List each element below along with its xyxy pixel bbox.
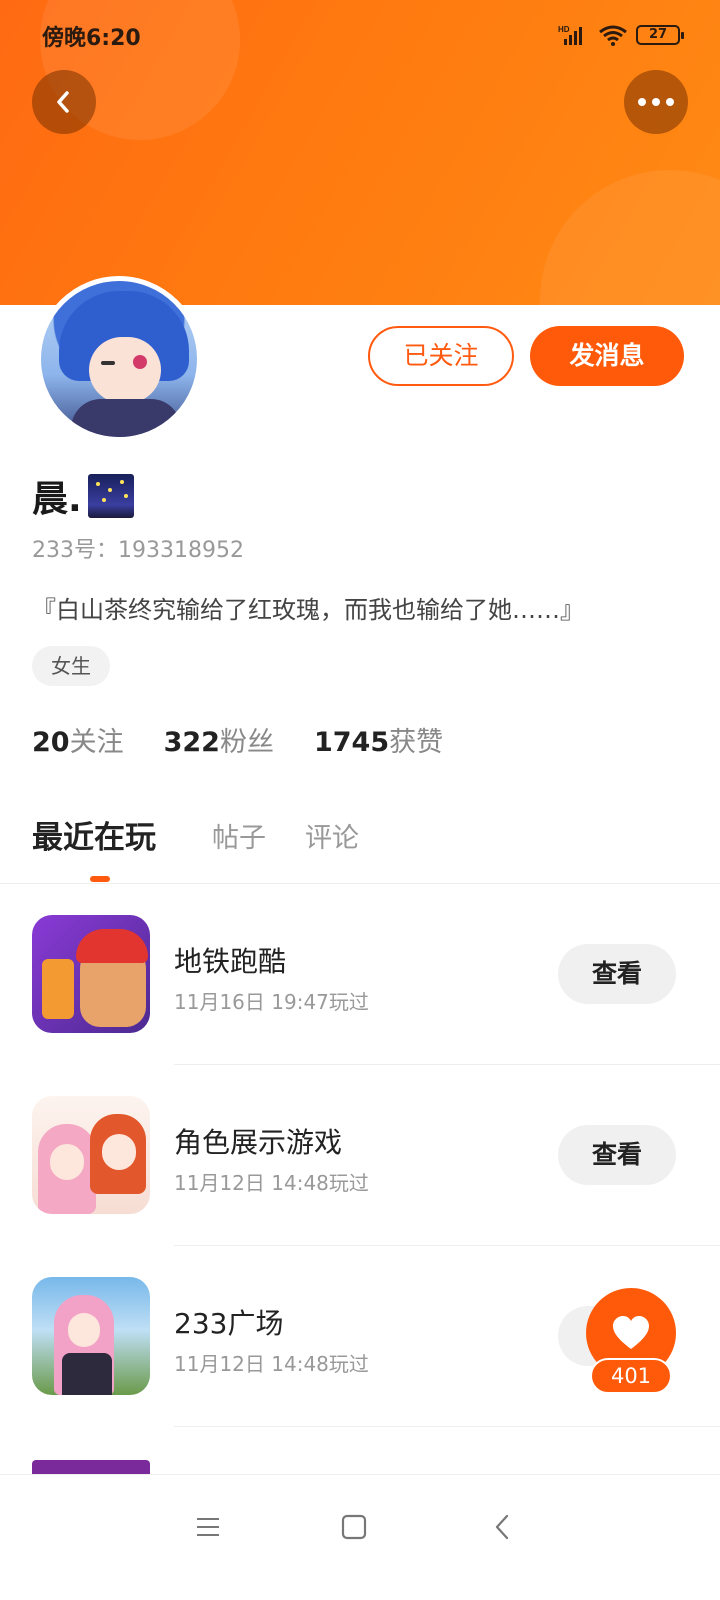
profile-name-text: 晨.: [32, 479, 82, 520]
divider: [174, 1426, 720, 1427]
profile-tabs: 最近在玩 帖子 评论: [0, 812, 720, 884]
stat-fans[interactable]: 322粉丝: [164, 720, 274, 759]
avatar[interactable]: [36, 276, 202, 442]
stat-likes: 1745获赞: [313, 727, 444, 758]
game-icon-233-plaza: [32, 1277, 150, 1395]
battery-indicator: 27: [636, 25, 684, 45]
profile-bio: 『白山茶终究输给了红玫瑰，而我也输给了她……』: [32, 596, 584, 624]
system-back-button[interactable]: [482, 1507, 522, 1547]
menu-button[interactable]: [188, 1507, 228, 1547]
tab-indicator: [90, 876, 110, 882]
menu-icon: [197, 1518, 219, 1536]
stat-following[interactable]: 20关注: [32, 720, 124, 759]
more-horizontal-icon: [638, 98, 674, 106]
list-item[interactable]: 角色展示游戏 11月12日 14:48玩过 查看: [0, 1065, 720, 1246]
network-type-label: HD: [558, 25, 570, 34]
like-count-badge: 401: [590, 1358, 672, 1394]
night-sky-emoji-icon: [87, 474, 134, 518]
tab-comments[interactable]: 评论: [305, 816, 359, 855]
wifi-icon: [599, 25, 627, 46]
home-button[interactable]: [334, 1507, 374, 1547]
system-nav-bar: [0, 1474, 720, 1600]
game-icon-role-showcase: [32, 1096, 150, 1214]
view-button[interactable]: 查看: [558, 944, 676, 1004]
list-item[interactable]: 地铁跑酷 11月16日 19:47玩过 查看: [0, 884, 720, 1065]
cellular-signal-icon: HD: [558, 25, 582, 45]
more-options-button[interactable]: [624, 70, 688, 134]
send-message-button[interactable]: 发消息: [530, 326, 684, 386]
following-button[interactable]: 已关注: [368, 326, 514, 386]
tab-recently-played[interactable]: 最近在玩: [32, 812, 156, 857]
square-home-icon: [341, 1514, 367, 1540]
chevron-left-icon: [57, 91, 69, 113]
game-title: 233广场: [174, 1307, 284, 1340]
status-bar: 傍晚6:20 HD 27: [0, 20, 720, 52]
user-id: 233号：193318952: [32, 538, 244, 563]
game-icon-subway-surfers: [32, 915, 150, 1033]
game-title: 地铁跑酷: [174, 945, 287, 978]
gender-tag: 女生: [32, 646, 110, 686]
game-played-time: 11月16日 19:47玩过: [174, 990, 369, 1014]
game-played-time: 11月12日 14:48玩过: [174, 1352, 369, 1376]
game-title: 角色展示游戏: [174, 1126, 343, 1159]
game-played-time: 11月12日 14:48玩过: [174, 1171, 369, 1195]
view-button[interactable]: 查看: [558, 1125, 676, 1185]
back-button[interactable]: [32, 70, 96, 134]
tab-posts[interactable]: 帖子: [212, 816, 266, 855]
profile-stats: 20关注 322粉丝 1745获赞: [32, 720, 483, 759]
heart-icon: [613, 1316, 649, 1349]
game-icon-partial: [32, 1460, 150, 1474]
status-time: 傍晚6:20: [42, 26, 141, 51]
back-arrow-icon: [495, 1514, 509, 1540]
banner-decoration: [540, 170, 720, 305]
profile-name: 晨.: [32, 470, 134, 522]
